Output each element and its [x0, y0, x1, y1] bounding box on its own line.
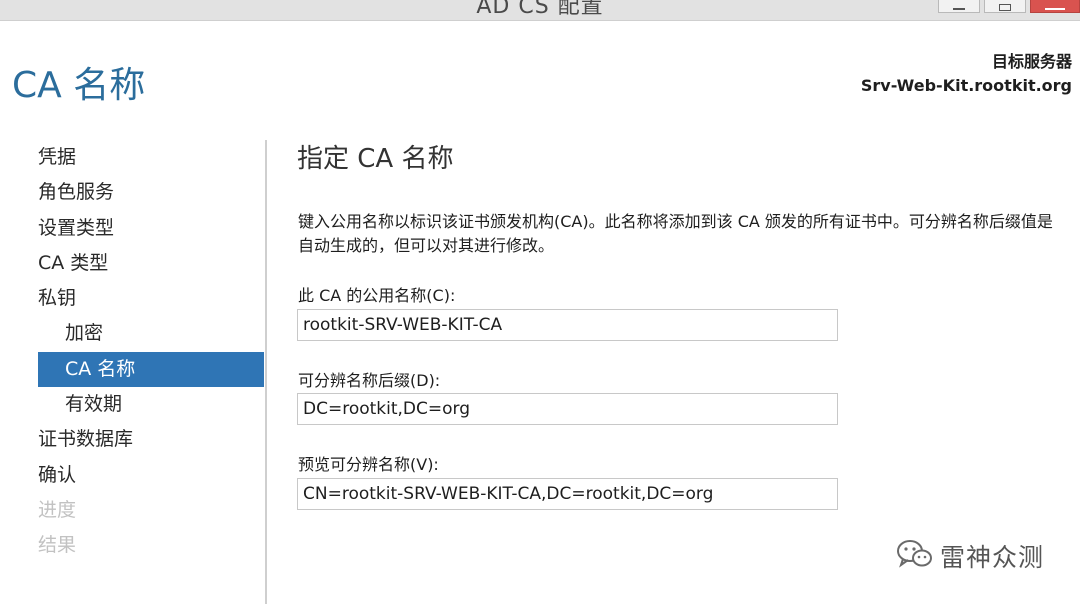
- target-server-label: 目标服务器: [991, 52, 1072, 71]
- preview-dn-field: [297, 478, 838, 510]
- close-button[interactable]: [1030, 0, 1080, 13]
- window-title: AD CS 配置: [476, 0, 604, 19]
- minimize-button[interactable]: [938, 0, 980, 13]
- nav-item-results: 结果: [38, 534, 77, 557]
- nav-item-cryptography[interactable]: 加密: [38, 316, 264, 351]
- nav-item-confirmation[interactable]: 确认: [38, 458, 264, 493]
- page-title: CA 名称: [12, 65, 146, 106]
- section-title: 指定 CA 名称: [297, 144, 454, 174]
- wechat-icon: [896, 539, 934, 573]
- nav-item-validity-period[interactable]: 有效期: [38, 387, 264, 422]
- close-icon: [1045, 8, 1065, 10]
- maximize-button[interactable]: [984, 0, 1026, 13]
- watermark: 雷神众测: [896, 538, 1044, 574]
- dn-suffix-label: 可分辨名称后缀(D):: [298, 371, 441, 390]
- preview-dn-label: 预览可分辨名称(V):: [298, 455, 439, 474]
- nav-item-credentials[interactable]: 凭据: [38, 140, 264, 175]
- minimize-icon: [953, 8, 965, 10]
- nav-item-role-services[interactable]: 角色服务: [38, 175, 264, 210]
- watermark-text: 雷神众测: [939, 543, 1044, 572]
- common-name-label: 此 CA 的公用名称(C):: [298, 286, 456, 305]
- title-bar: AD CS 配置: [0, 0, 1080, 21]
- description-text: 键入公用名称以标识该证书颁发机构(CA)。此名称将添加到该 CA 颁发的所有证书…: [298, 212, 1053, 255]
- nav-item-certificate-database[interactable]: 证书数据库: [38, 422, 264, 457]
- nav-divider: [265, 140, 267, 604]
- nav-item-ca-type[interactable]: CA 类型: [38, 246, 264, 281]
- wizard-nav: 凭据 角色服务 设置类型 CA 类型 私钥 加密 CA 名称 有效期 证书数据库…: [38, 140, 264, 564]
- window-controls: [934, 0, 1080, 13]
- dn-suffix-input[interactable]: [297, 393, 838, 425]
- nav-item-setup-type[interactable]: 设置类型: [38, 211, 264, 246]
- nav-item-ca-name[interactable]: CA 名称: [38, 351, 264, 388]
- nav-item-progress: 进度: [38, 498, 77, 521]
- common-name-input[interactable]: [297, 309, 838, 341]
- target-server-name: Srv-Web-Kit.rootkit.org: [860, 76, 1072, 95]
- maximize-icon: [999, 4, 1011, 11]
- nav-item-private-key[interactable]: 私钥: [38, 281, 264, 316]
